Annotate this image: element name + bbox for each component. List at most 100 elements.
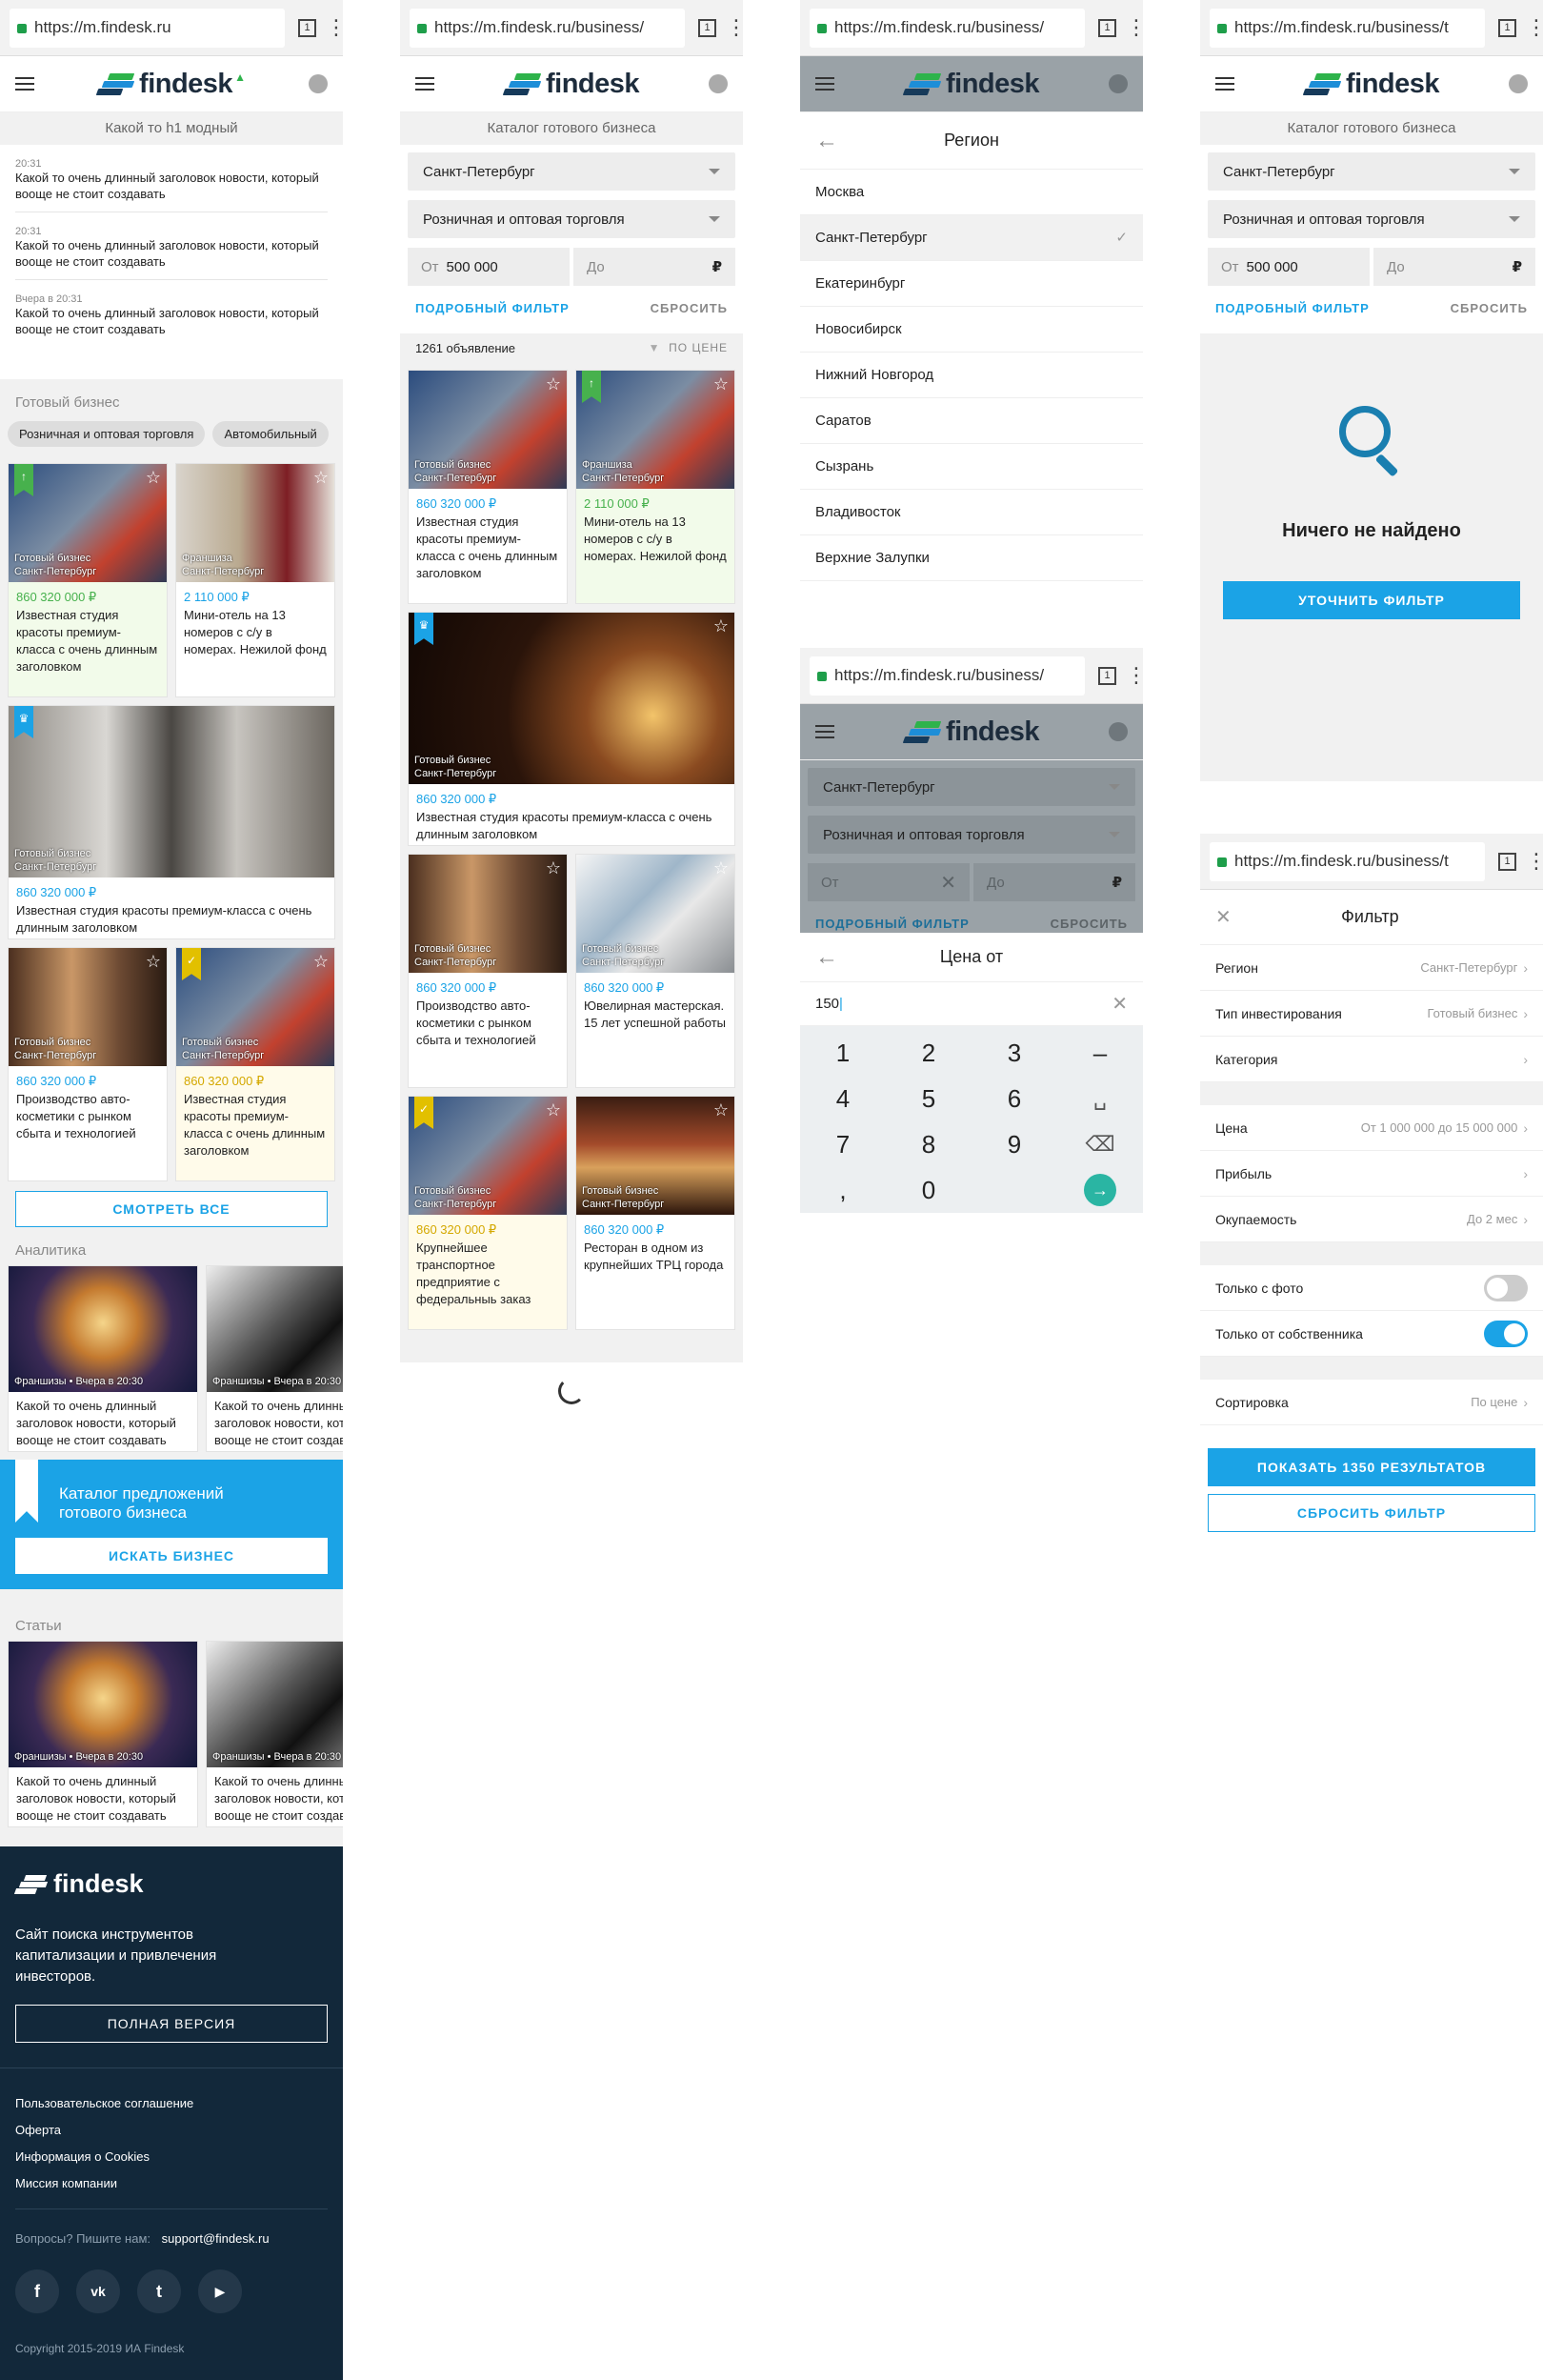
favorite-star-icon[interactable]: ☆ bbox=[546, 1100, 561, 1120]
filter-row-payback[interactable]: Окупаемость До 2 мес › bbox=[1200, 1197, 1543, 1242]
menu-dots-icon[interactable]: ⋮ bbox=[726, 17, 743, 38]
region-item[interactable]: Нижний Новгород bbox=[800, 353, 1143, 398]
news-item[interactable]: 20:31 Какой то очень длинный заголовок н… bbox=[15, 145, 328, 212]
url-field[interactable]: https://m.findesk.ru/business/ bbox=[810, 656, 1085, 696]
key-2[interactable]: 2 bbox=[886, 1030, 972, 1076]
logo[interactable]: findesk bbox=[834, 69, 1109, 100]
hamburger-icon[interactable] bbox=[415, 77, 434, 91]
price-to-input[interactable]: До ₽ bbox=[973, 863, 1135, 901]
reset-link[interactable]: СБРОСИТЬ bbox=[651, 301, 728, 315]
favorite-star-icon[interactable]: ☆ bbox=[546, 858, 561, 878]
user-icon[interactable] bbox=[709, 74, 728, 93]
user-icon[interactable] bbox=[1509, 74, 1528, 93]
url-field[interactable]: https://m.findesk.ru/business/t bbox=[1210, 8, 1485, 48]
price-to-input[interactable]: До ₽ bbox=[1373, 248, 1535, 286]
article-card[interactable]: Франшизы • Вчера в 20:30 Какой то очень … bbox=[8, 1641, 198, 1827]
vk-icon[interactable]: vk bbox=[76, 2269, 120, 2313]
detailed-filter-link[interactable]: ПОДРОБНЫЙ ФИЛЬТР bbox=[1215, 301, 1370, 315]
key-3[interactable]: 3 bbox=[972, 1030, 1057, 1076]
url-field[interactable]: https://m.findesk.ru/business/t bbox=[1210, 841, 1485, 881]
business-card-wide[interactable]: ♛ ☆ Готовый бизнес Санкт-Петербург 860 32… bbox=[408, 612, 735, 846]
tabs-button[interactable]: 1 bbox=[698, 18, 716, 37]
user-icon[interactable] bbox=[1109, 722, 1128, 741]
region-item[interactable]: Саратов bbox=[800, 398, 1143, 444]
news-item[interactable]: 20:31 Какой то очень длинный заголовок н… bbox=[15, 212, 328, 280]
favorite-star-icon[interactable]: ☆ bbox=[146, 952, 161, 972]
filter-row-investment-type[interactable]: Тип инвестирования Готовый бизнес › bbox=[1200, 991, 1543, 1037]
business-card-wide[interactable]: ♛ Готовый бизнес Санкт-Петербург 860 320 … bbox=[8, 705, 335, 939]
article-card[interactable]: Франшизы • Вчера в 20:30 Какой то очень … bbox=[206, 1641, 343, 1827]
city-select[interactable]: Санкт-Петербург bbox=[408, 152, 735, 191]
user-icon[interactable] bbox=[1109, 74, 1128, 93]
link-mission[interactable]: Миссия компании bbox=[15, 2170, 193, 2197]
price-to-input[interactable]: До ₽ bbox=[573, 248, 735, 286]
owner-only-toggle[interactable] bbox=[1484, 1320, 1528, 1347]
news-item[interactable]: Вчера в 20:31 Какой то очень длинный заг… bbox=[15, 280, 328, 347]
favorite-star-icon[interactable]: ☆ bbox=[546, 374, 561, 394]
region-item[interactable]: Екатеринбург bbox=[800, 261, 1143, 307]
business-card[interactable]: ☆ Готовый бизнес Санкт-Петербург 860 320 … bbox=[8, 947, 168, 1181]
business-card[interactable]: ✓ ☆ Готовый бизнес Санкт-Петербург 860 32… bbox=[408, 1096, 568, 1330]
filter-row-price[interactable]: Цена От 1 000 000 до 15 000 000 › bbox=[1200, 1105, 1543, 1151]
business-card[interactable]: ☆ Готовый бизнес Санкт-Петербург 860 320 … bbox=[575, 1096, 735, 1330]
tabs-button[interactable]: 1 bbox=[1498, 852, 1516, 871]
region-item[interactable]: Новосибирск bbox=[800, 307, 1143, 353]
filter-row-category[interactable]: Категория › bbox=[1200, 1037, 1543, 1082]
filter-row-sort[interactable]: Сортировка По цене › bbox=[1200, 1380, 1543, 1425]
link-cookies[interactable]: Информация о Cookies bbox=[15, 2144, 193, 2170]
close-icon[interactable]: ✕ bbox=[1215, 905, 1232, 929]
category-select[interactable]: Розничная и оптовая торговля bbox=[408, 200, 735, 238]
favorite-star-icon[interactable]: ☆ bbox=[713, 616, 729, 636]
filter-row-profit[interactable]: Прибыль › bbox=[1200, 1151, 1543, 1197]
filter-row-region[interactable]: Регион Санкт-Петербург › bbox=[1200, 945, 1543, 991]
region-item-selected[interactable]: Санкт-Петербург ✓ bbox=[800, 215, 1143, 261]
region-item[interactable]: Верхние Залупки bbox=[800, 535, 1143, 581]
footer-logo[interactable]: findesk bbox=[13, 1869, 144, 1899]
favorite-star-icon[interactable]: ☆ bbox=[713, 858, 729, 878]
analytics-card[interactable]: Франшизы • Вчера в 20:30 Какой то очень … bbox=[8, 1265, 198, 1452]
refine-filter-button[interactable]: УТОЧНИТЬ ФИЛЬТР bbox=[1223, 581, 1520, 619]
link-user-agreement[interactable]: Пользовательское соглашение bbox=[15, 2090, 193, 2117]
support-email-link[interactable]: support@findesk.ru bbox=[162, 2231, 270, 2246]
search-business-button[interactable]: ИСКАТЬ БИЗНЕС bbox=[15, 1538, 328, 1574]
key-5[interactable]: 5 bbox=[886, 1076, 972, 1121]
logo[interactable]: findesk bbox=[1234, 69, 1509, 100]
favorite-star-icon[interactable]: ☆ bbox=[713, 1100, 729, 1120]
tabs-button[interactable]: 1 bbox=[1498, 18, 1516, 37]
logo[interactable]: findesk bbox=[834, 716, 1109, 748]
reset-link[interactable]: СБРОСИТЬ bbox=[1051, 917, 1128, 931]
price-from-input[interactable]: От ✕ bbox=[808, 863, 970, 901]
url-field[interactable]: https://m.findesk.ru/business/ bbox=[810, 8, 1085, 48]
reset-link[interactable]: СБРОСИТЬ bbox=[1451, 301, 1528, 315]
price-from-input[interactable]: От 500 000 bbox=[1208, 248, 1370, 286]
photo-only-toggle[interactable] bbox=[1484, 1274, 1528, 1301]
city-select[interactable]: Санкт-Петербург bbox=[1208, 152, 1535, 191]
tabs-button[interactable]: 1 bbox=[1098, 18, 1116, 37]
key-6[interactable]: 6 bbox=[972, 1076, 1057, 1121]
business-card[interactable]: ↑ ☆ Готовый бизнес Санкт-Петербург 860 32… bbox=[8, 463, 168, 697]
key-7[interactable]: 7 bbox=[800, 1121, 886, 1167]
key-4[interactable]: 4 bbox=[800, 1076, 886, 1121]
category-select[interactable]: Розничная и оптовая торговля bbox=[1208, 200, 1535, 238]
detailed-filter-link[interactable]: ПОДРОБНЫЙ ФИЛЬТР bbox=[415, 301, 570, 315]
favorite-star-icon[interactable]: ☆ bbox=[713, 374, 729, 394]
logo[interactable]: findesk bbox=[434, 69, 709, 100]
key-1[interactable]: 1 bbox=[800, 1030, 886, 1076]
back-arrow-icon[interactable]: ← bbox=[815, 944, 838, 971]
region-item[interactable]: Москва bbox=[800, 170, 1143, 215]
chip-auto[interactable]: Автомобильный bbox=[212, 421, 329, 447]
youtube-icon[interactable]: ▶ bbox=[198, 2269, 242, 2313]
hamburger-icon[interactable] bbox=[815, 77, 834, 91]
favorite-star-icon[interactable]: ☆ bbox=[313, 468, 329, 488]
favorite-star-icon[interactable]: ☆ bbox=[313, 952, 329, 972]
key-comma[interactable]: , bbox=[800, 1167, 886, 1213]
facebook-icon[interactable]: f bbox=[15, 2269, 59, 2313]
favorite-star-icon[interactable]: ☆ bbox=[146, 468, 161, 488]
menu-dots-icon[interactable]: ⋮ bbox=[1126, 17, 1143, 38]
business-card[interactable]: ↑ ☆ Франшиза Санкт-Петербург 2 110 000 ₽ … bbox=[575, 370, 735, 604]
detailed-filter-link[interactable]: ПОДРОБНЫЙ ФИЛЬТР bbox=[815, 917, 970, 931]
category-select[interactable]: Розничная и оптовая торговля bbox=[808, 816, 1135, 854]
url-field[interactable]: https://m.findesk.ru bbox=[10, 8, 285, 48]
show-results-button[interactable]: ПОКАЗАТЬ 1350 РЕЗУЛЬТАТОВ bbox=[1208, 1448, 1535, 1486]
sort-control[interactable]: ▼ ПО ЦЕНЕ bbox=[649, 341, 728, 354]
